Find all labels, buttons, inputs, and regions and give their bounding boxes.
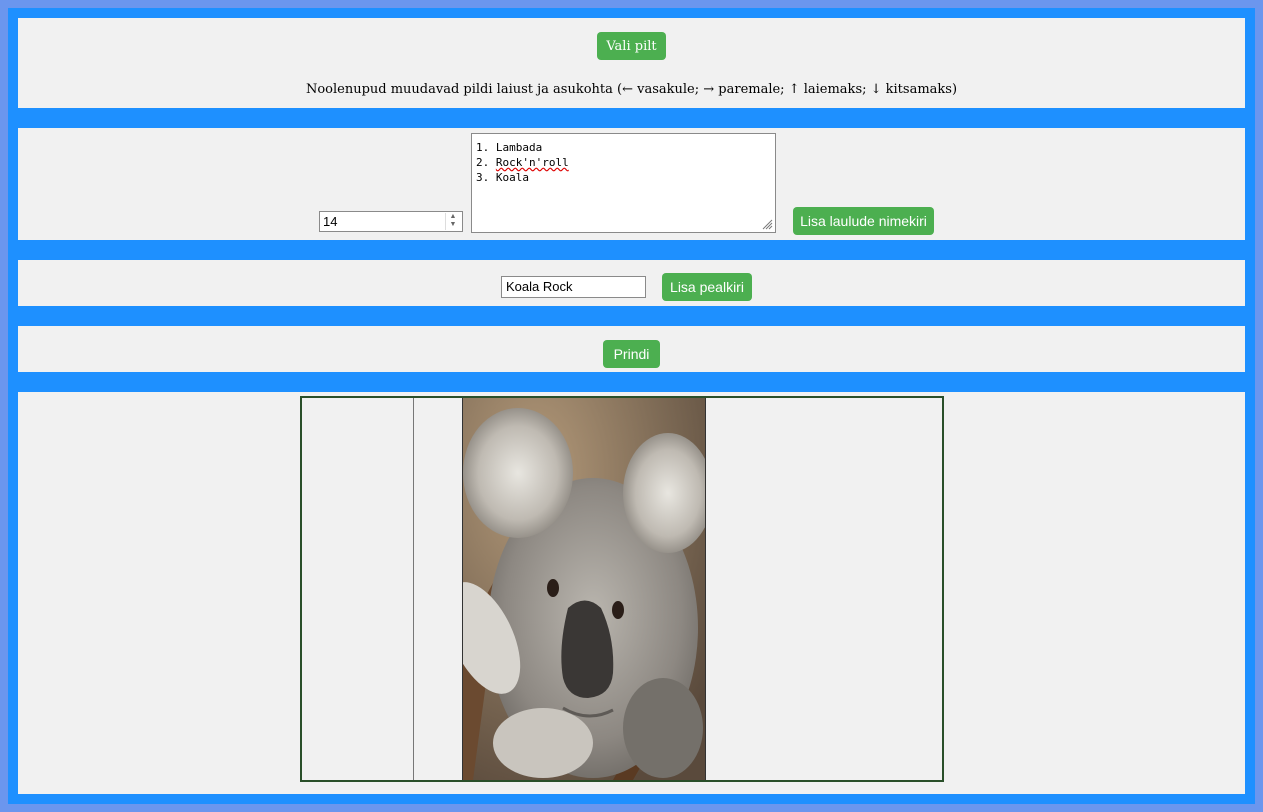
song-line: 1. Lambada — [476, 141, 543, 154]
spinner-icon[interactable]: ▲ ▼ — [445, 213, 460, 230]
preview-canvas[interactable] — [300, 396, 944, 782]
add-songlist-button[interactable]: Lisa laulude nimekiri — [793, 207, 934, 235]
song-line: 3. Koala — [476, 171, 529, 184]
print-button[interactable]: Prindi — [603, 340, 660, 368]
guide-line — [413, 398, 414, 780]
image-picker-panel: Vali pilt Noolenupud muudavad pildi laiu… — [18, 18, 1245, 108]
font-size-input[interactable]: 14 ▲ ▼ — [319, 211, 463, 232]
app-frame: Vali pilt Noolenupud muudavad pildi laiu… — [8, 8, 1255, 804]
songlist-textarea[interactable]: 1. Lambada 2. Rock'n'roll 3. Koala — [471, 133, 776, 233]
resize-grip-icon[interactable] — [762, 219, 773, 230]
choose-image-button[interactable]: Vali pilt — [597, 32, 666, 60]
song-line: 2. Rock'n'roll — [476, 156, 569, 169]
keyboard-hint: Noolenupud muudavad pildi laiust ja asuk… — [305, 82, 958, 97]
add-title-button[interactable]: Lisa pealkiri — [662, 273, 752, 301]
spellcheck-word: Rock'n'roll — [495, 156, 569, 169]
title-input[interactable]: Koala Rock — [501, 276, 646, 298]
koala-photo — [462, 398, 706, 780]
font-size-value: 14 — [323, 214, 338, 229]
